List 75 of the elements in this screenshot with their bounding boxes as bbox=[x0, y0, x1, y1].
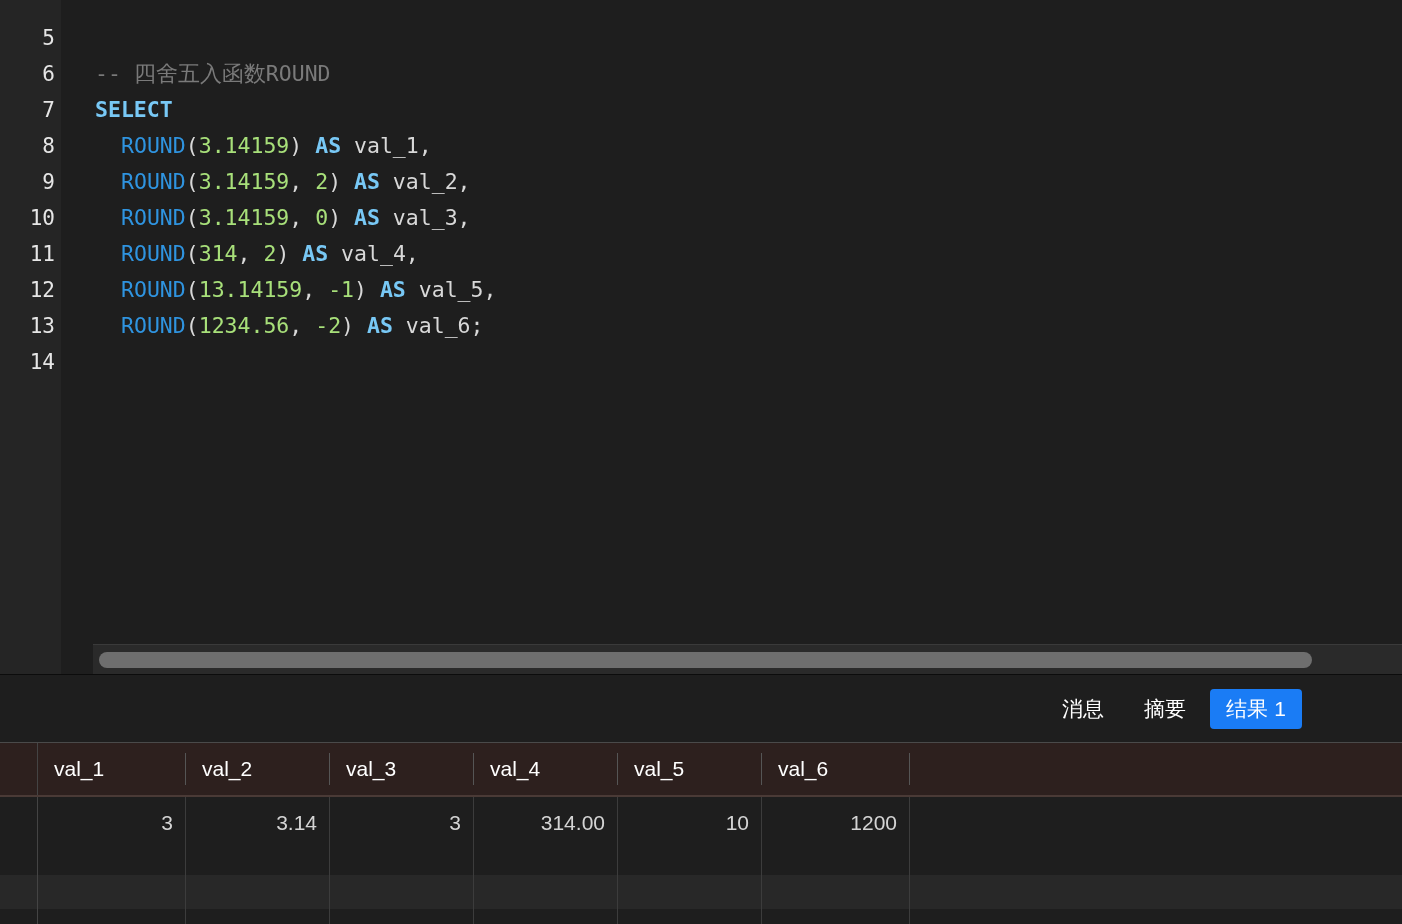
code-text: val_4, bbox=[340, 243, 419, 265]
column-header[interactable]: val_6 bbox=[778, 753, 829, 785]
table-cell-text: 314.00 bbox=[540, 810, 605, 836]
line-number: 6 bbox=[42, 63, 55, 85]
code-keyword: AS bbox=[366, 315, 393, 337]
line-number: 10 bbox=[29, 207, 55, 229]
code-text: ( bbox=[185, 279, 199, 301]
result-tab[interactable]: 结果 1 bbox=[1210, 688, 1302, 729]
code-number: 13.14159 bbox=[198, 279, 303, 301]
code-number: 3.14159 bbox=[198, 171, 290, 193]
line-number: 5 bbox=[42, 27, 55, 49]
code-text: ( bbox=[185, 135, 199, 157]
code-function: ROUND bbox=[121, 243, 186, 265]
code-keyword: AS bbox=[379, 279, 406, 301]
line-number: 7 bbox=[42, 99, 55, 121]
code-text: ) bbox=[328, 207, 343, 229]
column-header[interactable]: val_1 bbox=[54, 753, 105, 785]
code-text: ) bbox=[341, 315, 356, 337]
code-number: 2 bbox=[315, 171, 329, 193]
table-cell-text: 1200 bbox=[850, 810, 897, 836]
code-text: ( bbox=[185, 207, 199, 229]
code-number: -1 bbox=[328, 279, 355, 301]
line-number: 8 bbox=[42, 135, 55, 157]
code-text: , bbox=[289, 315, 304, 337]
table-cell-text: 3 bbox=[161, 810, 173, 836]
code-text: val_5, bbox=[417, 279, 497, 301]
code-number: 3.14159 bbox=[198, 207, 290, 229]
code-number: 2 bbox=[263, 243, 277, 265]
code-number: 314 bbox=[198, 243, 238, 265]
code-number: -2 bbox=[315, 315, 342, 337]
horizontal-scrollbar[interactable] bbox=[93, 644, 1402, 674]
line-number: 13 bbox=[29, 315, 55, 337]
code-function: ROUND bbox=[121, 135, 186, 157]
code-text: , bbox=[302, 279, 317, 301]
line-number: 9 bbox=[42, 171, 55, 193]
code-text: val_3, bbox=[391, 207, 471, 229]
code-text: ) bbox=[354, 279, 368, 301]
code-text: ( bbox=[185, 315, 199, 337]
line-number: 11 bbox=[29, 243, 55, 265]
column-header[interactable]: val_3 bbox=[346, 753, 397, 785]
code-number: 1234.56 bbox=[198, 315, 290, 337]
code-number: 3.14159 bbox=[198, 135, 290, 157]
code-text: ( bbox=[185, 243, 199, 265]
code-number: 0 bbox=[315, 207, 329, 229]
column-header[interactable]: val_5 bbox=[634, 753, 685, 785]
code-text: ) bbox=[276, 243, 291, 265]
code-keyword: AS bbox=[302, 243, 329, 265]
code-keyword: AS bbox=[315, 135, 342, 157]
result-tab[interactable]: 摘要 bbox=[1128, 688, 1203, 729]
column-header[interactable]: val_2 bbox=[202, 753, 253, 785]
code-text: val_6; bbox=[404, 315, 484, 337]
table-cell-text: 3 bbox=[449, 810, 461, 836]
code-text: val_2, bbox=[391, 171, 471, 193]
code-function: ROUND bbox=[121, 171, 186, 193]
result-tab[interactable]: 消息 bbox=[1046, 688, 1121, 729]
line-number: 14 bbox=[29, 351, 55, 373]
code-text: , bbox=[289, 171, 304, 193]
code-text: ( bbox=[185, 171, 199, 193]
code-function: ROUND bbox=[121, 315, 186, 337]
scrollbar-thumb[interactable] bbox=[99, 651, 1312, 668]
code-comment: -- 四舍五入函数ROUND bbox=[95, 63, 331, 85]
code-text: , bbox=[289, 207, 304, 229]
code-keyword: AS bbox=[354, 171, 380, 193]
line-number: 12 bbox=[29, 279, 55, 301]
code-keyword: SELECT bbox=[95, 99, 173, 121]
code-text: val_1, bbox=[353, 135, 432, 157]
code-text: ) bbox=[328, 171, 343, 193]
column-header[interactable]: val_4 bbox=[490, 753, 541, 785]
table-cell-text: 10 bbox=[725, 810, 749, 836]
table-cell-text: 3.14 bbox=[276, 810, 317, 836]
code-function: ROUND bbox=[121, 279, 186, 301]
code-text: ) bbox=[289, 135, 304, 157]
code-text: , bbox=[237, 243, 252, 265]
code-function: ROUND bbox=[121, 207, 186, 229]
code-keyword: AS bbox=[354, 207, 380, 229]
